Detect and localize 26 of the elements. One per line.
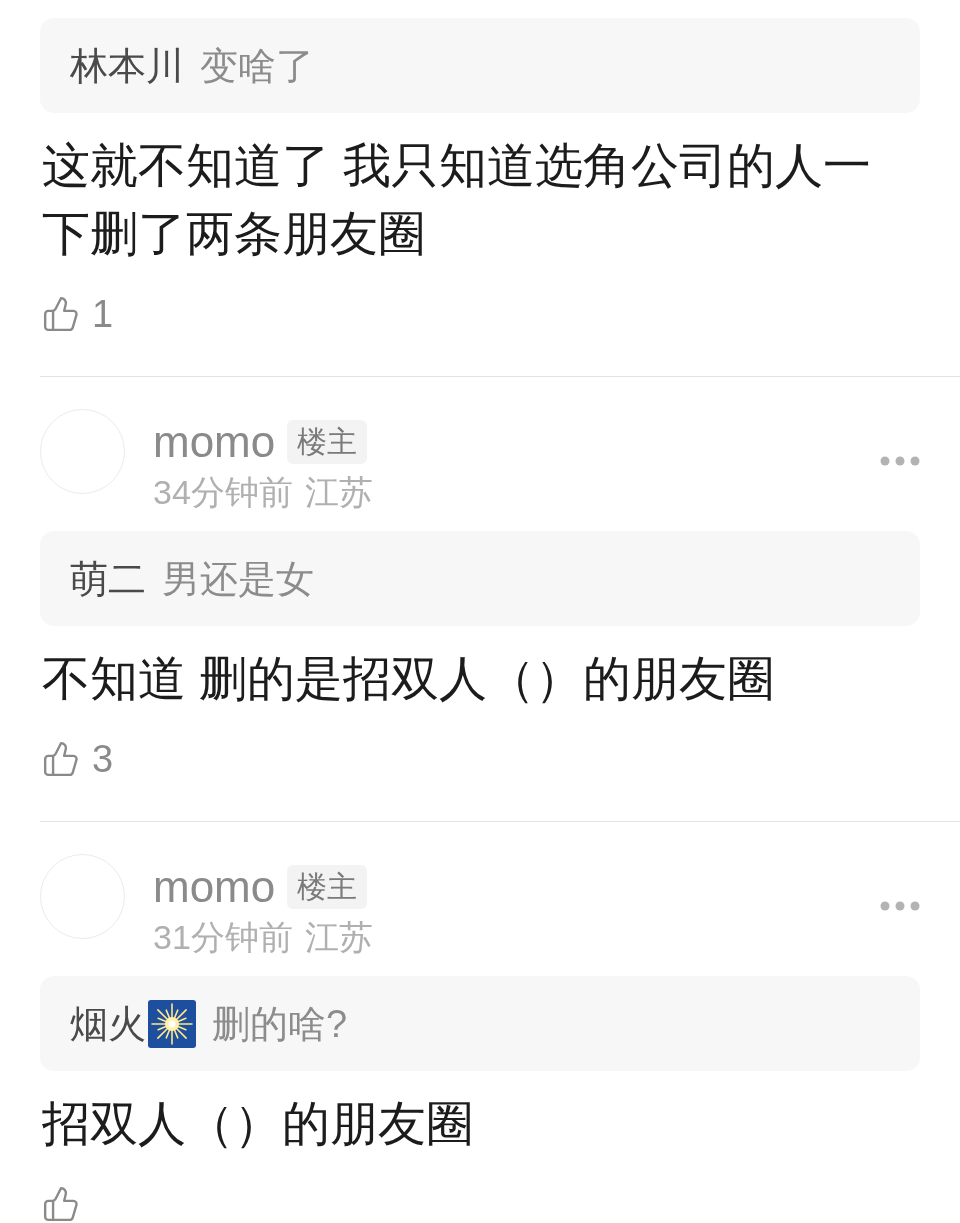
- quoted-reply[interactable]: 烟火 删的啥?: [40, 976, 920, 1071]
- comment-location: 江苏: [304, 475, 373, 509]
- username: momo: [153, 865, 276, 909]
- comment-location: 江苏: [304, 920, 373, 954]
- thumbs-up-icon: [42, 295, 80, 333]
- quoted-text: 变啥了: [200, 46, 314, 85]
- author-tag: 楼主: [287, 865, 368, 909]
- more-icon[interactable]: [880, 456, 920, 466]
- quoted-username: 林本川: [70, 46, 184, 85]
- comment-time: 31分钟前: [153, 920, 293, 954]
- comment-time: 34分钟前: [153, 475, 293, 509]
- comment-text: 这就不知道了 我只知道选角公司的人一下删了两条朋友圈: [42, 138, 873, 262]
- comment-text: 招双人（）的朋友圈: [42, 1096, 475, 1152]
- quoted-username: 烟火: [70, 1004, 146, 1043]
- quoted-reply[interactable]: 萌二 男还是女: [40, 531, 920, 626]
- more-icon[interactable]: [880, 901, 920, 911]
- author-tag: 楼主: [287, 420, 368, 464]
- username: momo: [153, 420, 276, 464]
- thumbs-up-icon: [42, 1185, 80, 1223]
- comment-text: 不知道 删的是招双人（）的朋友圈: [42, 651, 777, 707]
- quoted-text: 男还是女: [162, 559, 314, 598]
- quoted-text: 删的啥?: [212, 1004, 348, 1043]
- quoted-reply[interactable]: 林本川 变啥了: [40, 18, 920, 113]
- thumbs-up-icon: [42, 740, 80, 778]
- quoted-username: 萌二: [70, 559, 146, 598]
- like-button[interactable]: [42, 1185, 80, 1223]
